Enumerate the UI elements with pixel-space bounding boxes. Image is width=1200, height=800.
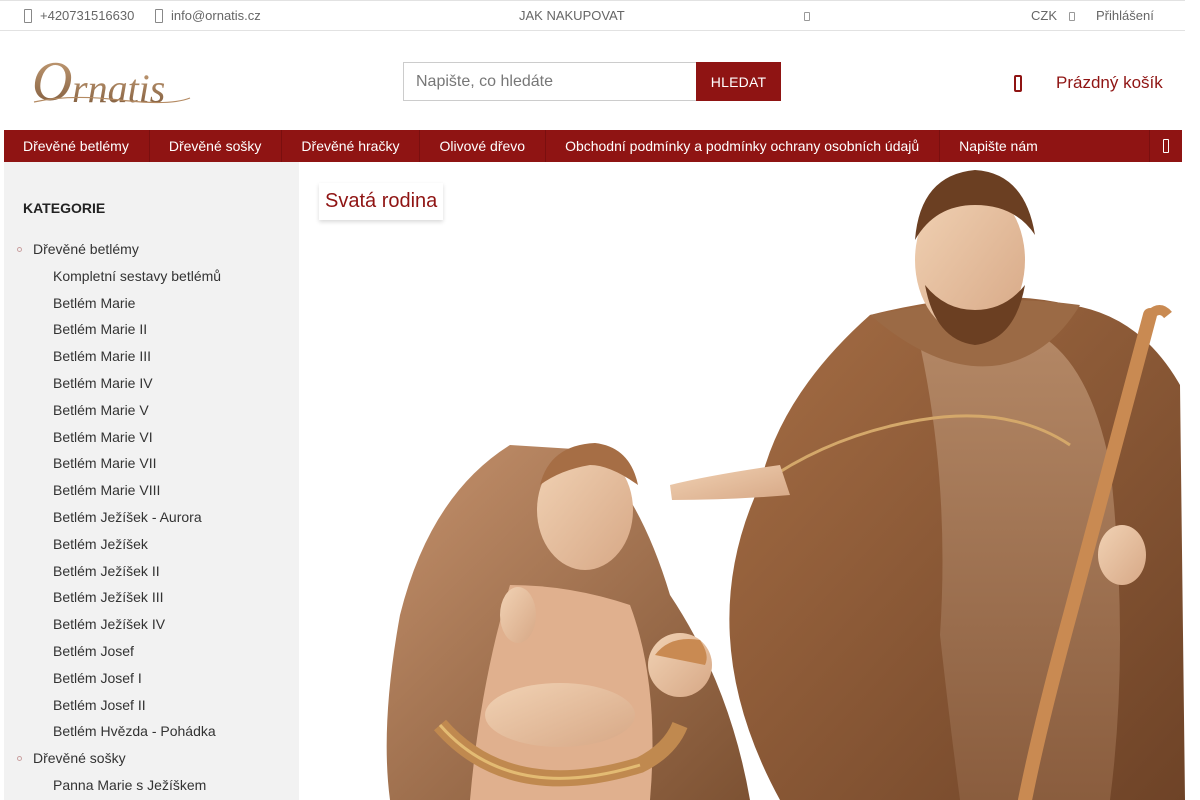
chevron-icon[interactable] xyxy=(1069,11,1075,21)
category-label[interactable]: Dřevěné betlémy xyxy=(33,241,139,257)
how-to-buy-link[interactable]: JAK NAKUPOVAT xyxy=(519,1,625,31)
cart-icon[interactable] xyxy=(1014,74,1022,92)
product-title: Svatá rodina xyxy=(319,183,444,220)
subcategory-item[interactable]: Betlém Josef II xyxy=(4,692,299,719)
menu-icon xyxy=(1163,139,1169,153)
top-bar: +420731516630 info@ornatis.cz JAK NAKUPO… xyxy=(0,0,1185,31)
subcategory-item[interactable]: Betlém Marie V xyxy=(4,397,299,424)
product-image[interactable] xyxy=(310,165,1185,800)
subcategory-item[interactable]: Betlém Marie II xyxy=(4,316,299,343)
bullet-icon xyxy=(17,756,22,762)
how-to-buy-label[interactable]: JAK NAKUPOVAT xyxy=(519,2,625,30)
phone-contact[interactable]: +420731516630 xyxy=(24,1,134,31)
subcategory-item[interactable]: Betlém Ježíšek IV xyxy=(4,611,299,638)
nav-item-terms[interactable]: Obchodní podmínky a podmínky ochrany oso… xyxy=(546,130,941,162)
email-contact[interactable]: info@ornatis.cz xyxy=(155,1,261,31)
nav-item-wooden-statues[interactable]: Dřevěné sošky xyxy=(150,130,283,162)
subcategory-item[interactable]: Betlém Marie VIII xyxy=(4,477,299,504)
search-bar: HLEDAT xyxy=(403,62,781,101)
mail-icon xyxy=(155,9,163,23)
login-label[interactable]: Přihlášení xyxy=(1096,2,1154,30)
settings-toggle[interactable] xyxy=(804,1,810,31)
subcategory-item[interactable]: Betlém Marie VI xyxy=(4,424,299,451)
logo-image: O rnatis xyxy=(32,51,191,113)
nav-item-wooden-toys[interactable]: Dřevěné hračky xyxy=(282,130,421,162)
search-button[interactable]: HLEDAT xyxy=(696,62,781,101)
phone-icon xyxy=(24,9,32,23)
subcategory-item[interactable]: Betlém Ježíšek III xyxy=(4,584,299,611)
nav-item-contact[interactable]: Napište nám xyxy=(940,130,1058,162)
holy-family-figure xyxy=(386,170,1185,800)
subcategory-item[interactable]: Betlém Marie xyxy=(4,290,299,317)
category-label[interactable]: Dřevěné sošky xyxy=(33,750,126,766)
cart[interactable]: Prázdný košík xyxy=(1014,66,1163,100)
phone-number[interactable]: +420731516630 xyxy=(40,2,134,30)
subcategory-item[interactable]: Betlém Marie VII xyxy=(4,450,299,477)
subcategory-item[interactable]: Betlém Hvězda - Pohádka xyxy=(4,718,299,745)
settings-icon[interactable] xyxy=(804,11,810,21)
nav-item-wooden-nativity[interactable]: Dřevěné betlémy xyxy=(4,130,150,162)
logo-letter-o: O xyxy=(32,51,72,112)
subcategory-item[interactable]: Betlém Ježíšek xyxy=(4,531,299,558)
currency-selector[interactable]: CZK xyxy=(1031,1,1057,31)
subcategory-item[interactable]: Betlém Ježíšek II xyxy=(4,558,299,585)
currency-label[interactable]: CZK xyxy=(1031,2,1057,30)
currency-chevron[interactable] xyxy=(1069,1,1075,31)
nav-item-olive-wood[interactable]: Olivové dřevo xyxy=(420,130,547,162)
category-list: Dřevěné betlémy Kompletní sestavy betlém… xyxy=(4,236,299,799)
search-input[interactable] xyxy=(403,62,696,101)
subcategory-item[interactable]: Betlém Josef I xyxy=(4,665,299,692)
logo[interactable]: O rnatis xyxy=(30,50,195,113)
bullet-icon xyxy=(17,247,22,252)
category-item[interactable]: Dřevěné sošky xyxy=(4,745,299,772)
logo-wordmark: rnatis xyxy=(72,66,165,111)
subcategory-item[interactable]: Betlém Josef xyxy=(4,638,299,665)
subcategory-item[interactable]: Betlém Marie III xyxy=(4,343,299,370)
main-navigation: Dřevěné betlémy Dřevěné sošky Dřevěné hr… xyxy=(4,130,1182,162)
subcategory-item[interactable]: Kompletní sestavy betlémů xyxy=(4,263,299,290)
nav-more-button[interactable] xyxy=(1149,130,1182,162)
category-item[interactable]: Dřevěné betlémy xyxy=(4,236,299,263)
cart-label[interactable]: Prázdný košík xyxy=(1056,73,1163,93)
email-address[interactable]: info@ornatis.cz xyxy=(171,2,261,30)
subcategory-item[interactable]: Panna Marie s Ježíškem xyxy=(4,772,299,799)
sidebar-title: KATEGORIE xyxy=(23,200,106,216)
sidebar: KATEGORIE Dřevěné betlémy Kompletní sest… xyxy=(4,162,299,800)
subcategory-item[interactable]: Betlém Marie IV xyxy=(4,370,299,397)
subcategory-item[interactable]: Betlém Ježíšek - Aurora xyxy=(4,504,299,531)
login-link[interactable]: Přihlášení xyxy=(1096,1,1154,31)
